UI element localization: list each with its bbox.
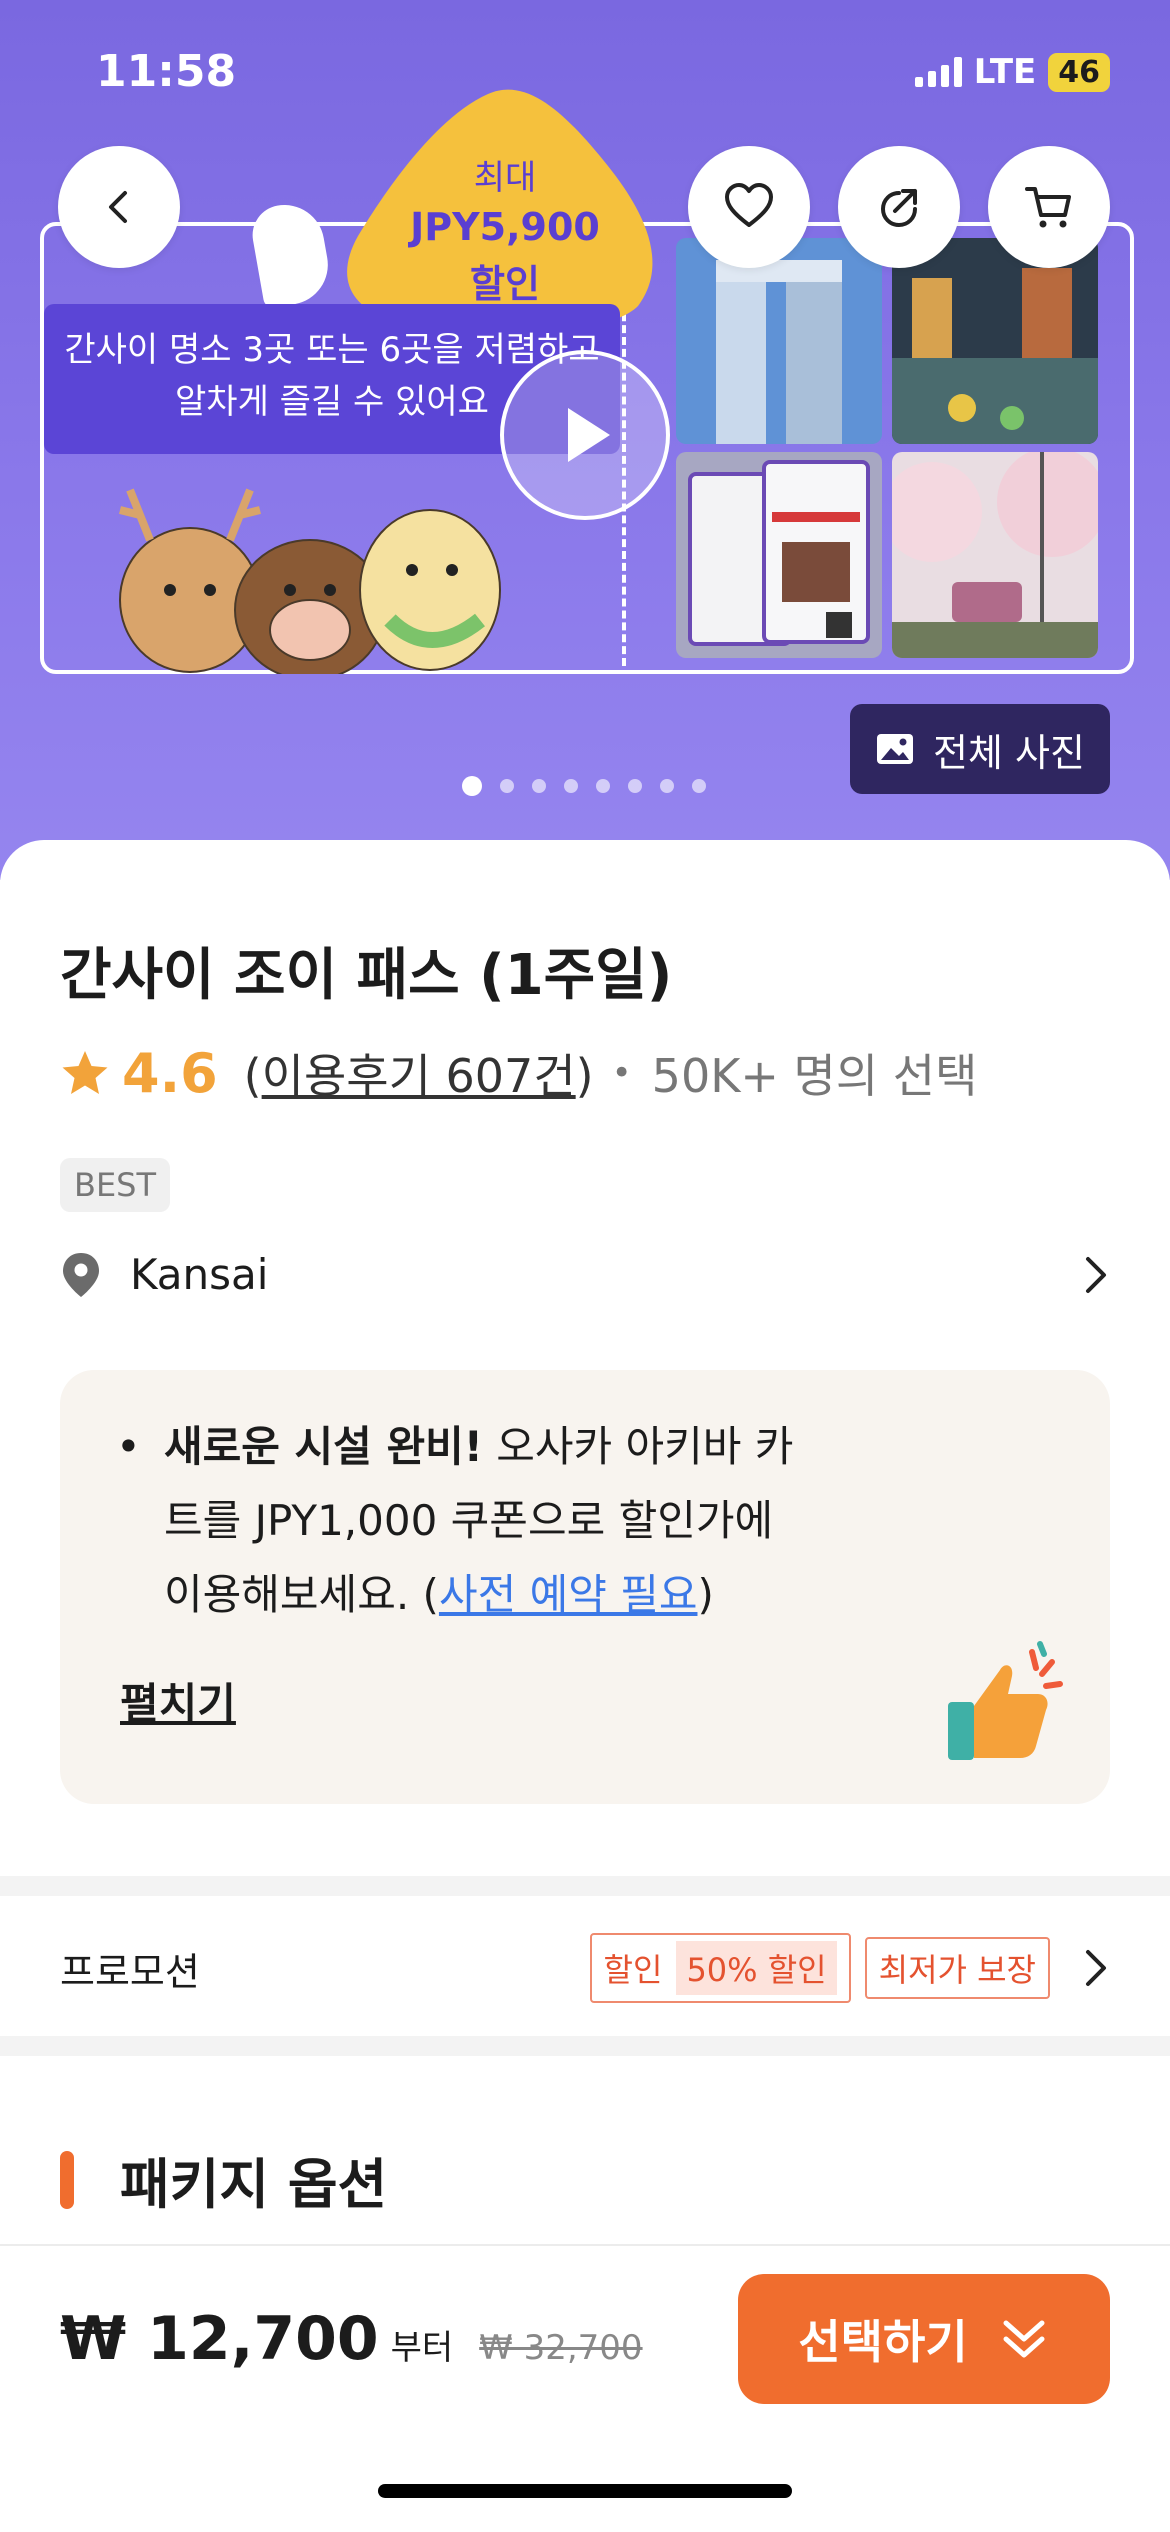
- price-from-label: 부터: [390, 2328, 454, 2368]
- notice-text: 새로운 시설 완비! 오사카 아키바 카 트를 JPY1,000 쿠폰으로 할인…: [164, 1410, 924, 1632]
- reviews-label: 이용후기 607건: [261, 1049, 576, 1103]
- star-icon: [62, 1051, 108, 1094]
- notice-text-b: 트를 JPY1,000 쿠폰으로 할인가에: [164, 1496, 774, 1545]
- notice-bullet: •: [116, 1422, 141, 1471]
- carousel-dot: [660, 779, 674, 793]
- status-indicators: LTE 46: [914, 52, 1110, 92]
- lowest-price-tag: 최저가 보장: [864, 1937, 1050, 1999]
- cart-icon: [1025, 187, 1071, 228]
- video-play-button[interactable]: [500, 350, 670, 520]
- discount-tag: 할인 50% 할인: [589, 1933, 851, 2003]
- back-button[interactable]: [58, 146, 180, 268]
- promo-line3: 할인: [470, 262, 540, 306]
- notice-box: • 새로운 시설 완비! 오사카 아키바 카 트를 JPY1,000 쿠폰으로 …: [60, 1370, 1110, 1804]
- rating-row: 4.6 (이용후기 607건) • 50K+ 명의 선택: [60, 1040, 977, 1106]
- promotion-label: 프로모션: [60, 1949, 200, 1994]
- play-icon: [568, 408, 610, 462]
- section-divider: [0, 2036, 1170, 2056]
- photo-umeda-sky-building[interactable]: [676, 238, 882, 444]
- separator-dot: •: [611, 1053, 632, 1093]
- location-name: Kansai: [130, 1250, 269, 1299]
- notice-text-c: 이용해보세요. (: [164, 1570, 439, 1619]
- price-block: ₩ 12,700 부터 ₩ 32,700: [60, 2304, 643, 2374]
- promotion-row[interactable]: 프로모션 할인 50% 할인 최저가 보장: [60, 1922, 1110, 2014]
- promo-line1: 최대: [473, 158, 537, 198]
- share-icon: [880, 189, 917, 228]
- battery-icon: 46: [1048, 52, 1110, 92]
- home-indicator: [378, 2484, 792, 2498]
- wishlist-button[interactable]: [688, 146, 810, 268]
- promo-line2: JPY5,900: [410, 205, 600, 249]
- section-divider: [0, 1876, 1170, 1896]
- photo-pass-cards[interactable]: [676, 452, 882, 658]
- choice-count: 50K+ 명의 선택: [651, 1049, 978, 1103]
- reviews-open-paren: (: [243, 1049, 262, 1103]
- expand-button[interactable]: 펼치기: [120, 1670, 236, 1731]
- select-button[interactable]: 선택하기: [738, 2274, 1110, 2404]
- carousel-dot: [564, 779, 578, 793]
- carousel-dot-active: [462, 776, 482, 796]
- photo-river-street[interactable]: [892, 238, 1098, 444]
- signal-icon: [914, 57, 962, 87]
- carousel-dot: [692, 779, 706, 793]
- location-pin-icon: [63, 1252, 99, 1297]
- carousel-dot: [628, 779, 642, 793]
- reviews-close-paren: ): [575, 1049, 594, 1103]
- all-photos-button[interactable]: 전체 사진: [850, 704, 1110, 794]
- promotion-tags: 할인 50% 할인 최저가 보장: [589, 1933, 1050, 2003]
- network-label: LTE: [973, 52, 1037, 92]
- status-time: 11:58: [96, 46, 237, 97]
- thumbs-up-icon: [948, 1641, 1063, 1760]
- reservation-link[interactable]: 사전 예약 필요: [439, 1570, 698, 1619]
- discount-tag-label: 할인: [603, 1951, 663, 1989]
- heart-icon: [725, 183, 773, 227]
- mascots-illustration: [119, 488, 501, 674]
- notice-text-a: 오사카 아키바 카: [482, 1422, 794, 1471]
- photo-cherry-blossom-train[interactable]: [892, 452, 1098, 658]
- carousel-dot: [500, 779, 514, 793]
- page-title: 간사이 조이 패스 (1주일): [60, 943, 673, 1008]
- select-button-label: 선택하기: [798, 2315, 968, 2369]
- carousel-dot: [596, 779, 610, 793]
- hero-banner: 11:58 LTE 46 최대 JPY5,900 할인 간사이 명소 3곳 또는…: [0, 0, 1170, 880]
- carousel-indicator: [462, 776, 706, 796]
- notice-text-d: ): [697, 1570, 714, 1619]
- heading-accent-bar: [60, 2150, 74, 2209]
- chevron-right-icon: [1086, 1950, 1106, 1986]
- current-price: ₩ 12,700: [60, 2304, 379, 2374]
- image-icon: [877, 734, 914, 764]
- cart-button[interactable]: [988, 146, 1110, 268]
- carousel-dot: [532, 779, 546, 793]
- original-price: ₩ 32,700: [479, 2328, 643, 2368]
- share-button[interactable]: [838, 146, 960, 268]
- chevron-left-icon: [109, 191, 127, 223]
- double-chevron-down-icon: [1003, 2320, 1045, 2358]
- discount-percent: 50% 할인: [676, 1941, 837, 1995]
- reviews-link[interactable]: (이용후기 607건): [244, 1040, 594, 1106]
- package-options-heading: 패키지 옵션: [60, 2140, 387, 2219]
- notice-bold: 새로운 시설 완비!: [164, 1422, 483, 1471]
- best-badge: BEST: [60, 1158, 171, 1212]
- location-row[interactable]: Kansai: [60, 1250, 1110, 1299]
- promo-text: 최대 JPY5,900 할인: [380, 150, 630, 308]
- rating-value: 4.6: [122, 1041, 218, 1105]
- all-photos-label: 전체 사진: [933, 730, 1085, 775]
- chevron-right-icon: [1086, 1256, 1106, 1293]
- package-options-title: 패키지 옵션: [120, 2153, 388, 2216]
